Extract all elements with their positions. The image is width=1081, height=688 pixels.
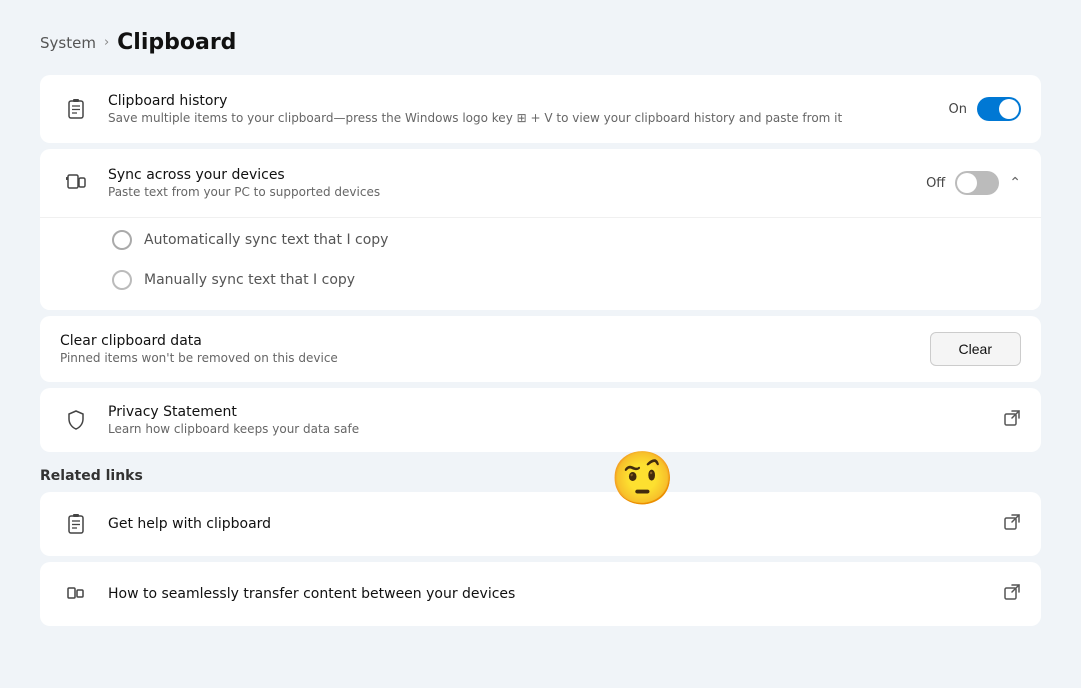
- clipboard-history-text: Clipboard history Save multiple items to…: [108, 93, 933, 125]
- shield-icon: [60, 404, 92, 436]
- manual-sync-label: Manually sync text that I copy: [144, 272, 355, 288]
- sync-devices-controls: Off ⌃: [926, 171, 1021, 195]
- page-title: Clipboard: [117, 30, 236, 55]
- clipboard-history-subtitle: Save multiple items to your clipboard—pr…: [108, 111, 933, 125]
- get-help-text: Get help with clipboard: [108, 516, 987, 532]
- privacy-external-link-icon: [1003, 409, 1021, 432]
- sync-devices-toggle[interactable]: [955, 171, 999, 195]
- get-help-card[interactable]: Get help with clipboard: [40, 492, 1041, 556]
- clear-button[interactable]: Clear: [930, 332, 1021, 366]
- clipboard-history-toggle-label: On: [949, 102, 967, 117]
- auto-sync-radio-row[interactable]: Automatically sync text that I copy: [112, 230, 1017, 250]
- sync-expanded-options: Automatically sync text that I copy Manu…: [40, 217, 1041, 310]
- auto-sync-radio[interactable]: [112, 230, 132, 250]
- privacy-subtitle: Learn how clipboard keeps your data safe: [108, 422, 987, 436]
- clear-clipboard-subtitle: Pinned items won't be removed on this de…: [60, 351, 914, 365]
- clipboard-history-icon: [60, 93, 92, 125]
- sync-devices-row: Sync across your devices Paste text from…: [40, 149, 1041, 217]
- privacy-statement-card[interactable]: Privacy Statement Learn how clipboard ke…: [40, 388, 1041, 452]
- transfer-external-link-icon: [1003, 583, 1021, 606]
- breadcrumb: System › Clipboard: [40, 30, 1041, 55]
- clipboard-history-toggle[interactable]: [977, 97, 1021, 121]
- clipboard-history-controls: On: [949, 97, 1021, 121]
- sync-devices-icon: [60, 167, 92, 199]
- manual-sync-radio-row[interactable]: Manually sync text that I copy: [112, 270, 1017, 290]
- sync-devices-toggle-label: Off: [926, 176, 945, 191]
- breadcrumb-chevron-icon: ›: [104, 35, 109, 50]
- auto-sync-label: Automatically sync text that I copy: [144, 232, 388, 248]
- transfer-content-card[interactable]: How to seamlessly transfer content betwe…: [40, 562, 1041, 626]
- clipboard-history-title: Clipboard history: [108, 93, 933, 109]
- clear-clipboard-card: Clear clipboard data Pinned items won't …: [40, 316, 1041, 382]
- transfer-content-text: How to seamlessly transfer content betwe…: [108, 586, 987, 602]
- manual-sync-radio[interactable]: [112, 270, 132, 290]
- get-help-external-link-icon: [1003, 513, 1021, 536]
- sync-devices-title: Sync across your devices: [108, 167, 910, 183]
- transfer-content-icon: [60, 578, 92, 610]
- clear-clipboard-title: Clear clipboard data: [60, 333, 914, 349]
- privacy-title: Privacy Statement: [108, 404, 987, 420]
- sync-devices-text: Sync across your devices Paste text from…: [108, 167, 910, 199]
- clipboard-history-row: Clipboard history Save multiple items to…: [40, 75, 1041, 143]
- related-links-label: Related links: [40, 468, 1041, 484]
- breadcrumb-system[interactable]: System: [40, 34, 96, 52]
- sync-expand-chevron-icon[interactable]: ⌃: [1009, 175, 1021, 191]
- clear-clipboard-text: Clear clipboard data Pinned items won't …: [60, 333, 914, 365]
- clipboard-history-card: Clipboard history Save multiple items to…: [40, 75, 1041, 143]
- privacy-text: Privacy Statement Learn how clipboard ke…: [108, 404, 987, 436]
- get-help-icon: [60, 508, 92, 540]
- sync-devices-subtitle: Paste text from your PC to supported dev…: [108, 185, 910, 199]
- sync-devices-card: Sync across your devices Paste text from…: [40, 149, 1041, 310]
